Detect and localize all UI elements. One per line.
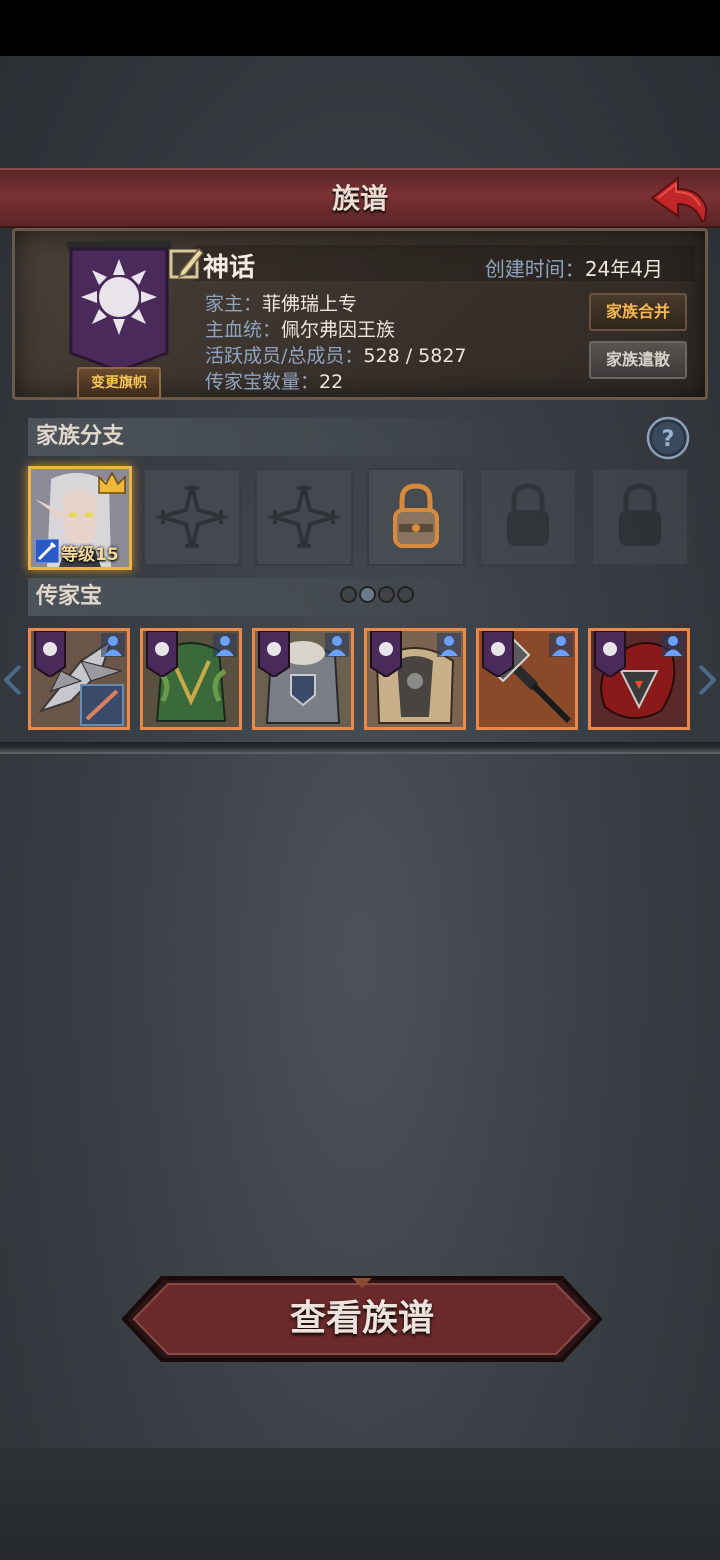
bloodline-row: 主血统：佩尔弗因王族 <box>205 315 395 342</box>
help-icon[interactable]: ? <box>646 416 690 460</box>
bottom-strip <box>0 1448 720 1560</box>
bloodline-label: 主血统： <box>205 319 282 341</box>
heirloom-count-label: 传家宝数量： <box>205 371 320 393</box>
edit-name-icon[interactable] <box>169 245 205 281</box>
clan-flag-icon <box>594 631 626 677</box>
heirloom-item[interactable] <box>588 628 690 730</box>
members-label: 活跃成员/总成员： <box>205 345 364 367</box>
branch-slot-locked <box>479 468 577 566</box>
created-time: 创建时间：24年4月 <box>485 253 663 282</box>
leader-label: 家主： <box>205 293 263 315</box>
members-row: 活跃成员/总成员：528 / 5827 <box>205 341 467 368</box>
heirlooms-label: 传家宝 <box>36 584 103 609</box>
heirlooms-header: 传家宝 <box>28 578 508 616</box>
clan-flag-icon <box>146 631 178 677</box>
lock-icon <box>507 483 549 546</box>
branch-hero-slot[interactable]: 等级15 <box>28 466 132 570</box>
clan-flag-icon <box>34 631 66 677</box>
branches-header: 家族分支 <box>28 418 508 456</box>
branch-slot-empty[interactable] <box>143 468 241 566</box>
clan-info-panel: 变更旗帜 神话 创建时间：24年4月 家主：菲佛瑞上专 主血统：佩尔弗因王族 活… <box>12 228 708 400</box>
page-dot <box>378 586 395 603</box>
leader-row: 家主：菲佛瑞上专 <box>205 289 357 316</box>
heirloom-item[interactable] <box>252 628 354 730</box>
person-icon <box>549 633 573 657</box>
members-value: 528 / 5827 <box>363 345 467 367</box>
status-bar <box>0 0 720 56</box>
heirloom-item[interactable] <box>476 628 578 730</box>
heirloom-count-value: 22 <box>319 371 344 393</box>
branch-slot-empty[interactable] <box>255 468 353 566</box>
view-family-tree-label: 查看族谱 <box>289 1298 434 1339</box>
svg-text:?: ? <box>662 427 675 452</box>
clan-flag-icon <box>482 631 514 677</box>
page-dot-active <box>359 586 376 603</box>
person-icon <box>101 633 125 657</box>
person-icon <box>325 633 349 657</box>
clan-name: 神话 <box>203 253 256 283</box>
scroll-left-icon[interactable] <box>4 664 22 696</box>
clan-flag-icon <box>258 631 290 677</box>
section-divider <box>0 742 720 754</box>
branches-label: 家族分支 <box>36 424 125 449</box>
heirloom-item[interactable] <box>28 628 130 730</box>
crown-icon <box>98 471 126 494</box>
clan-banner-icon <box>67 241 171 371</box>
person-icon <box>437 633 461 657</box>
created-label: 创建时间： <box>484 257 585 281</box>
heirloom-item[interactable] <box>364 628 466 730</box>
view-family-tree-button[interactable]: 查看族谱 <box>120 1274 604 1364</box>
page-dot <box>397 586 414 603</box>
person-icon <box>661 633 685 657</box>
branch-slot-locked <box>591 468 689 566</box>
heirloom-count-row: 传家宝数量：22 <box>205 367 343 394</box>
hero-level: 等级15 <box>61 545 119 565</box>
back-arrow-icon[interactable] <box>648 174 710 226</box>
branch-slot-unlockable[interactable] <box>367 468 465 566</box>
change-flag-button[interactable]: 变更旗帜 <box>77 367 161 399</box>
page-title: 族谱 <box>331 182 388 215</box>
sword-class-icon <box>35 539 59 563</box>
lock-icon <box>619 483 661 546</box>
leader-value: 菲佛瑞上专 <box>262 293 358 315</box>
scroll-right-icon[interactable] <box>698 664 716 696</box>
merge-clan-button[interactable]: 家族合并 <box>589 293 687 331</box>
cross-icon <box>153 485 231 549</box>
disband-clan-button[interactable]: 家族遣散 <box>589 341 687 379</box>
title-bar: 族谱 <box>0 168 720 228</box>
clan-flag-icon <box>370 631 402 677</box>
person-icon <box>213 633 237 657</box>
bloodline-value: 佩尔弗因王族 <box>281 319 396 341</box>
page-dot <box>340 586 357 603</box>
created-value: 24年4月 <box>584 257 663 281</box>
cross-icon <box>265 485 343 549</box>
lock-active-icon <box>393 483 439 548</box>
heirloom-item[interactable] <box>140 628 242 730</box>
